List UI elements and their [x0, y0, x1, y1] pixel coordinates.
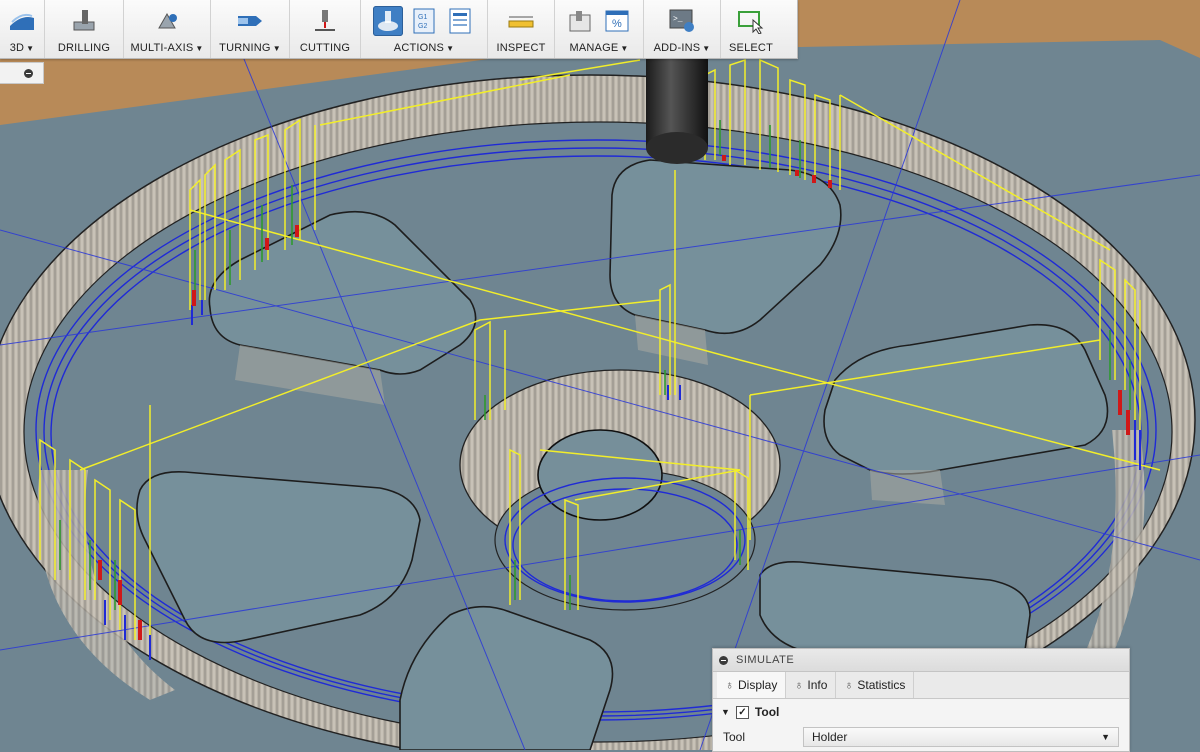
- tool-visibility-checkbox[interactable]: ✓: [735, 705, 749, 719]
- chevron-down-icon: ▼: [26, 44, 35, 53]
- g1-code-label: G1: [418, 14, 427, 21]
- tab-info[interactable]: ♁ Info: [786, 672, 837, 698]
- group-inspect[interactable]: INSPECT: [488, 0, 555, 58]
- simulate-tabs: ♁ Display ♁ Info ♁ Statistics: [713, 672, 1129, 699]
- tool-library-icon[interactable]: [566, 6, 596, 36]
- tab-statistics[interactable]: ♁ Statistics: [836, 672, 915, 698]
- group-label-turning: TURNING: [219, 42, 271, 54]
- chevron-down-icon: ▼: [446, 44, 455, 53]
- tab-info-label: Info: [807, 678, 828, 692]
- template-library-icon[interactable]: %: [602, 6, 632, 36]
- info-lightbulb-icon: ♁: [794, 678, 804, 692]
- multi-axis-icon[interactable]: [152, 6, 182, 36]
- cutting-tool: [646, 58, 708, 164]
- group-select[interactable]: SELECT: [721, 0, 781, 58]
- chevron-down-icon: ▼: [272, 44, 281, 53]
- group-label-actions: ACTIONS: [393, 42, 445, 54]
- tab-display[interactable]: ♁ Display: [717, 672, 787, 698]
- group-actions[interactable]: G1 G2 ACTIONS ▼: [361, 0, 488, 58]
- group-manage[interactable]: % MANAGE ▼: [555, 0, 644, 58]
- tool-display-row: Tool Holder ▼: [713, 725, 1129, 749]
- group-label-manage: MANAGE: [569, 42, 619, 54]
- group-turning[interactable]: TURNING ▼: [211, 0, 290, 58]
- percent-label: %: [612, 18, 622, 30]
- tab-statistics-label: Statistics: [857, 678, 906, 692]
- collapse-icon[interactable]: [719, 655, 728, 665]
- group-3d[interactable]: 3D ▼: [0, 0, 45, 58]
- chevron-down-icon: ▼: [620, 44, 629, 53]
- group-label-cutting: CUTTING: [299, 42, 351, 54]
- browser-collapse-button[interactable]: [0, 62, 44, 84]
- chevron-down-icon: ▼: [702, 44, 711, 53]
- tool-row-label: Tool: [723, 730, 746, 744]
- group-label-select: SELECT: [729, 42, 773, 54]
- simulation-viewport[interactable]: [0, 0, 1200, 750]
- group-label-inspect: INSPECT: [496, 42, 546, 54]
- statistics-lightbulb-icon: ♁: [844, 678, 854, 692]
- simulate-panel: SIMULATE ♁ Display ♁ Info ♁ Statistics ▼…: [712, 648, 1130, 752]
- 3d-strategy-icon[interactable]: [7, 6, 37, 36]
- setup-sheet-icon[interactable]: [445, 6, 475, 36]
- turning-icon[interactable]: [235, 6, 265, 36]
- g2-code-label: G2: [418, 23, 427, 30]
- post-process-icon[interactable]: G1 G2: [409, 6, 439, 36]
- simulate-title: SIMULATE: [736, 654, 795, 666]
- group-label-multi-axis: MULTI-AXIS: [130, 42, 194, 54]
- group-add-ins[interactable]: >_ ADD-INS ▼: [644, 0, 721, 58]
- group-drilling[interactable]: DRILLING: [45, 0, 124, 58]
- cutting-icon[interactable]: [310, 6, 340, 36]
- group-label-add-ins: ADD-INS: [653, 42, 701, 54]
- group-label-drilling: DRILLING: [57, 42, 111, 54]
- collapse-icon: [24, 68, 33, 78]
- simulate-panel-header[interactable]: SIMULATE: [713, 649, 1129, 672]
- drilling-icon[interactable]: [69, 6, 99, 36]
- expand-triangle-icon[interactable]: ▼: [721, 707, 730, 717]
- measure-icon[interactable]: [506, 6, 536, 36]
- tool-display-value: Holder: [812, 730, 848, 744]
- tab-display-label: Display: [738, 678, 778, 692]
- tool-section-header[interactable]: ▼ ✓ Tool: [713, 699, 1129, 725]
- tool-display-select[interactable]: Holder ▼: [803, 727, 1119, 747]
- chevron-down-icon: ▼: [1101, 732, 1110, 742]
- ribbon-toolbar: 3D ▼ DRILLING MULTI-AXIS ▼ TURNING ▼ CUTTIN…: [0, 0, 798, 59]
- simulate-icon[interactable]: [373, 6, 403, 36]
- lightbulb-icon: ♁: [725, 678, 734, 692]
- select-icon[interactable]: [736, 6, 766, 36]
- tool-section-label: Tool: [754, 705, 780, 719]
- group-cutting[interactable]: CUTTING: [290, 0, 361, 58]
- group-label-3d: 3D: [9, 42, 25, 54]
- chevron-down-icon: ▼: [195, 44, 204, 53]
- svg-text:>_: >_: [673, 15, 683, 24]
- group-multi-axis[interactable]: MULTI-AXIS ▼: [124, 0, 211, 58]
- scripts-icon[interactable]: >_: [667, 6, 697, 36]
